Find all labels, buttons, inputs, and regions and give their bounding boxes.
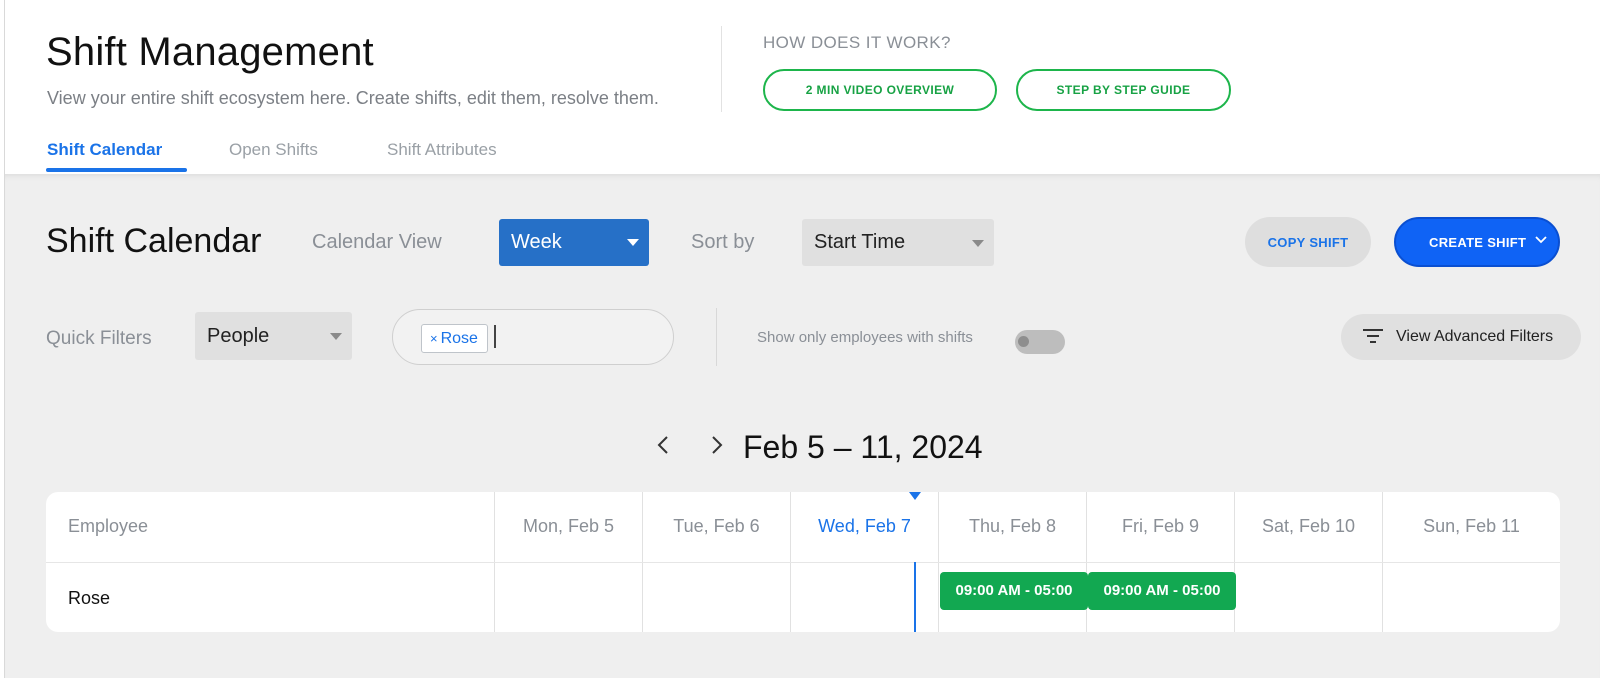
text-cursor xyxy=(494,325,496,348)
sort-by-label: Sort by xyxy=(691,231,755,253)
page-title: Shift Management xyxy=(46,30,374,74)
filter-chip-rose: × Rose xyxy=(421,324,488,353)
advanced-filters-button[interactable]: View Advanced Filters xyxy=(1341,314,1581,360)
show-only-label: Show only employees with shifts xyxy=(757,329,973,346)
video-overview-button[interactable]: 2 MIN VIDEO OVERVIEW xyxy=(763,69,997,111)
how-it-works-label: HOW DOES IT WORK? xyxy=(763,33,951,52)
remove-chip-icon[interactable]: × xyxy=(430,331,438,346)
current-time-line xyxy=(914,562,916,632)
day-header-sun: Sun, Feb 11 xyxy=(1423,516,1520,536)
day-header-sat: Sat, Feb 10 xyxy=(1261,516,1356,536)
filter-icon xyxy=(1363,328,1383,344)
create-shift-label: CREATE SHIFT xyxy=(1429,235,1527,250)
caret-down-icon xyxy=(972,240,984,247)
quick-filters-label: Quick Filters xyxy=(46,328,152,349)
sort-by-select[interactable]: Start Time xyxy=(802,219,994,266)
day-header-tue: Tue, Feb 6 xyxy=(673,516,760,536)
section-title: Shift Calendar xyxy=(46,222,262,260)
show-only-toggle[interactable] xyxy=(1015,330,1065,354)
previous-week-button[interactable] xyxy=(656,434,670,462)
caret-down-icon xyxy=(627,239,639,246)
tab-bar: Shift Calendar Open Shifts Shift Attribu… xyxy=(5,136,805,174)
day-header-mon: Mon, Feb 5 xyxy=(522,516,615,536)
step-by-step-guide-button[interactable]: STEP BY STEP GUIDE xyxy=(1016,69,1231,111)
active-tab-indicator xyxy=(46,168,187,172)
employee-name[interactable]: Rose xyxy=(68,588,110,609)
page-header: Shift Management View your entire shift … xyxy=(5,0,1600,174)
tab-shift-calendar[interactable]: Shift Calendar xyxy=(47,140,162,160)
filter-chip-label: Rose xyxy=(440,330,478,347)
row-divider xyxy=(46,562,1560,563)
chevron-down-icon[interactable] xyxy=(1534,232,1548,249)
day-header-wed-today: Wed, Feb 7 xyxy=(818,516,911,536)
day-header-fri: Fri, Feb 9 xyxy=(1121,516,1200,536)
day-header-thu: Thu, Feb 8 xyxy=(968,516,1057,536)
people-filter-input[interactable]: × Rose xyxy=(392,309,674,365)
filter-divider xyxy=(716,308,717,366)
page-subtitle: View your entire shift ecosystem here. C… xyxy=(47,88,659,108)
sort-by-value: Start Time xyxy=(814,231,906,253)
today-marker-icon xyxy=(909,492,921,500)
quick-filter-select[interactable]: People xyxy=(195,312,352,360)
calendar-view-value: Week xyxy=(511,231,562,253)
employee-column-header: Employee xyxy=(68,516,149,536)
shift-block-fri[interactable]: 09:00 AM - 05:00 xyxy=(1088,572,1236,610)
calendar-view-label: Calendar View xyxy=(312,231,442,253)
shift-calendar-grid: Employee Mon, Feb 5 Tue, Feb 6 Wed, Feb … xyxy=(46,492,1560,632)
next-week-button[interactable] xyxy=(710,434,724,462)
tab-shift-attributes[interactable]: Shift Attributes xyxy=(387,140,497,160)
copy-shift-button[interactable]: COPY SHIFT xyxy=(1245,217,1371,267)
header-divider xyxy=(721,26,722,112)
calendar-view-select[interactable]: Week xyxy=(499,219,649,266)
toggle-knob xyxy=(1018,336,1029,347)
date-range: Feb 5 – 11, 2024 xyxy=(743,429,983,465)
tab-open-shifts[interactable]: Open Shifts xyxy=(229,140,318,160)
shift-block-thu[interactable]: 09:00 AM - 05:00 xyxy=(940,572,1088,610)
advanced-filters-label: View Advanced Filters xyxy=(1396,328,1554,345)
create-shift-button[interactable]: CREATE SHIFT xyxy=(1394,217,1560,267)
caret-down-icon xyxy=(330,333,342,340)
shift-calendar-panel: Shift Calendar Calendar View Week Sort b… xyxy=(5,174,1600,678)
quick-filter-value: People xyxy=(207,325,270,347)
